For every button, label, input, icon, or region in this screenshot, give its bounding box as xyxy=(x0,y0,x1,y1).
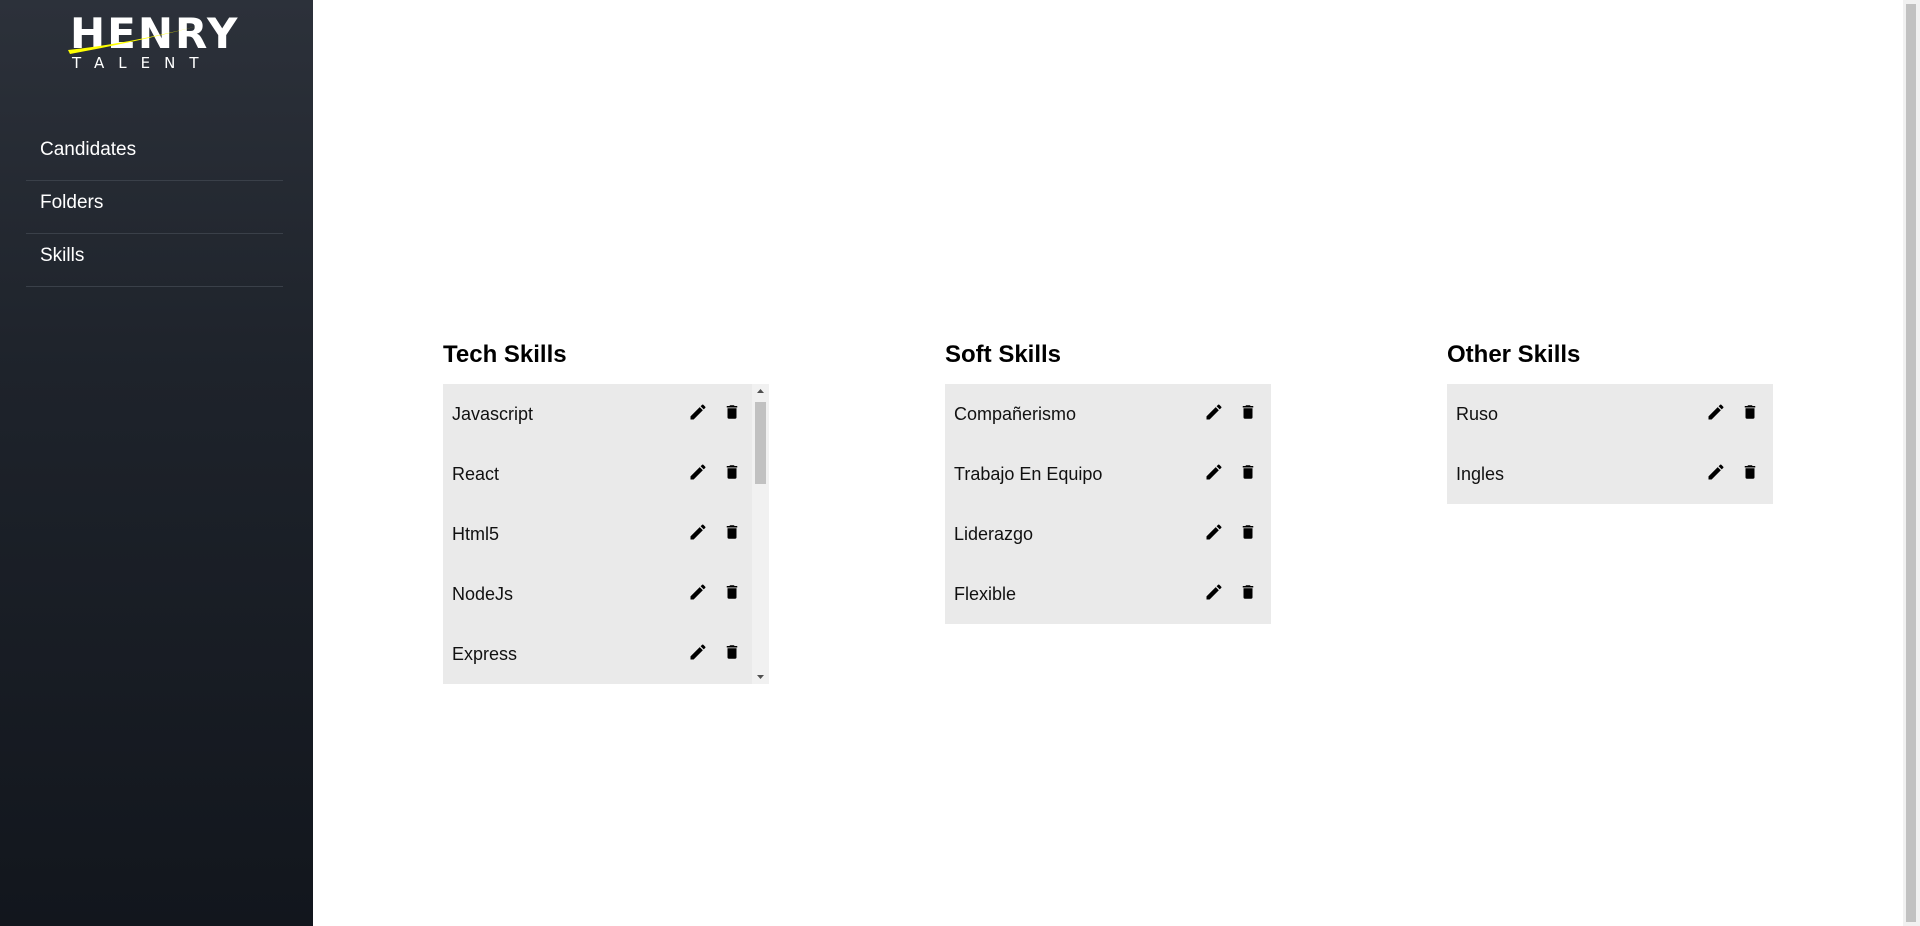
scroll-down-icon[interactable] xyxy=(752,670,769,684)
scroll-up-icon[interactable] xyxy=(752,384,769,398)
skill-row: Ruso xyxy=(1447,384,1773,444)
skill-row: Ingles xyxy=(1447,444,1773,504)
trash-icon[interactable] xyxy=(1739,400,1761,424)
tech-skills-column: Tech Skills Javascript React Html5 NodeJ… xyxy=(443,338,769,684)
pencil-icon[interactable] xyxy=(1705,400,1727,424)
henry-talent-logo[interactable]: HENRY TALENT xyxy=(68,12,242,72)
pencil-icon[interactable] xyxy=(687,580,709,604)
trash-icon[interactable] xyxy=(721,400,743,424)
skill-row: Flexible xyxy=(945,564,1271,624)
pencil-icon[interactable] xyxy=(1203,400,1225,424)
logo-talent-text: TALENT xyxy=(72,54,213,72)
trash-icon[interactable] xyxy=(1237,460,1259,484)
main-content: Tech Skills Javascript React Html5 NodeJ… xyxy=(313,0,1903,926)
pencil-icon[interactable] xyxy=(687,460,709,484)
sidebar: HENRY TALENT Candidates Folders Skills xyxy=(0,0,313,926)
pencil-icon[interactable] xyxy=(1203,520,1225,544)
pencil-icon[interactable] xyxy=(1203,580,1225,604)
trash-icon[interactable] xyxy=(1237,580,1259,604)
trash-icon[interactable] xyxy=(1739,460,1761,484)
sidebar-nav: Candidates Folders Skills xyxy=(26,128,283,287)
pencil-icon[interactable] xyxy=(1705,460,1727,484)
page-scroll-thumb[interactable] xyxy=(1906,4,1916,922)
skill-row: Express xyxy=(443,624,769,684)
skill-row: Html5 xyxy=(443,504,769,564)
tech-skills-title: Tech Skills xyxy=(443,341,567,368)
skill-row: NodeJs xyxy=(443,564,769,624)
skill-row: Liderazgo xyxy=(945,504,1271,564)
trash-icon[interactable] xyxy=(721,460,743,484)
other-skills-title: Other Skills xyxy=(1447,341,1581,368)
pencil-icon[interactable] xyxy=(687,640,709,664)
other-skills-column: Other Skills Ruso Ingles xyxy=(1447,338,1773,504)
soft-skills-title: Soft Skills xyxy=(945,341,1062,368)
soft-skills-list: Compañerismo Trabajo En Equipo Liderazgo xyxy=(945,384,1271,624)
trash-icon[interactable] xyxy=(1237,520,1259,544)
trash-icon[interactable] xyxy=(721,520,743,544)
pencil-icon[interactable] xyxy=(687,520,709,544)
pencil-icon[interactable] xyxy=(687,400,709,424)
tech-skills-list[interactable]: Javascript React Html5 NodeJs Express xyxy=(443,384,769,684)
logo-swoosh-icon xyxy=(68,26,198,54)
trash-icon[interactable] xyxy=(721,640,743,664)
tech-skills-scrollbar[interactable] xyxy=(752,384,769,684)
trash-icon[interactable] xyxy=(1237,400,1259,424)
other-skills-list: Ruso Ingles xyxy=(1447,384,1773,504)
trash-icon[interactable] xyxy=(721,580,743,604)
sidebar-item-skills[interactable]: Skills xyxy=(26,234,283,287)
sidebar-item-candidates[interactable]: Candidates xyxy=(26,128,283,181)
sidebar-item-folders[interactable]: Folders xyxy=(26,181,283,234)
skill-row: Compañerismo xyxy=(945,384,1271,444)
skill-row: Javascript xyxy=(443,384,769,444)
scroll-thumb[interactable] xyxy=(755,402,766,484)
skill-row: React xyxy=(443,444,769,504)
pencil-icon[interactable] xyxy=(1203,460,1225,484)
page-scrollbar[interactable] xyxy=(1903,0,1920,926)
skill-row: Trabajo En Equipo xyxy=(945,444,1271,504)
soft-skills-column: Soft Skills Compañerismo Trabajo En Equi… xyxy=(945,338,1271,624)
